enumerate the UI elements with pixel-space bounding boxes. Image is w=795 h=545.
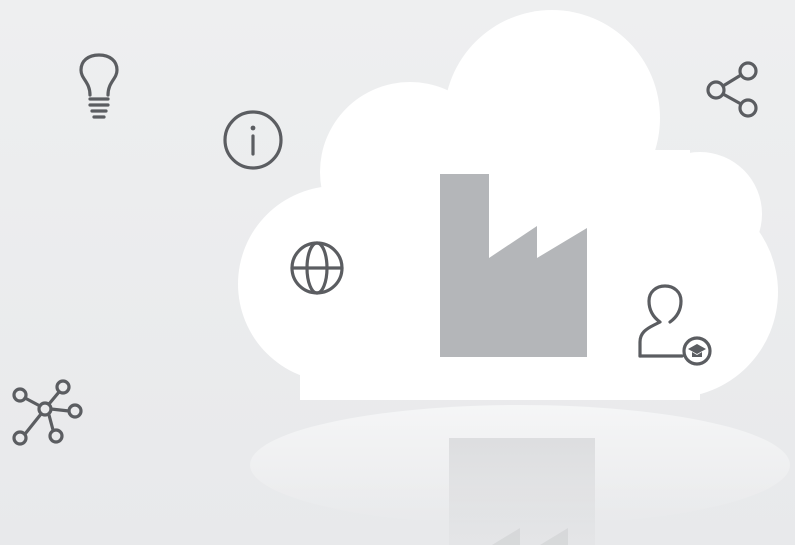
network-icon xyxy=(12,379,83,446)
info-icon xyxy=(223,110,283,170)
illustration-canvas xyxy=(12,10,790,545)
lightbulb-icon xyxy=(79,53,119,119)
illustration-scene xyxy=(0,0,795,545)
factory-reflection xyxy=(449,438,595,545)
share-icon xyxy=(706,61,758,118)
